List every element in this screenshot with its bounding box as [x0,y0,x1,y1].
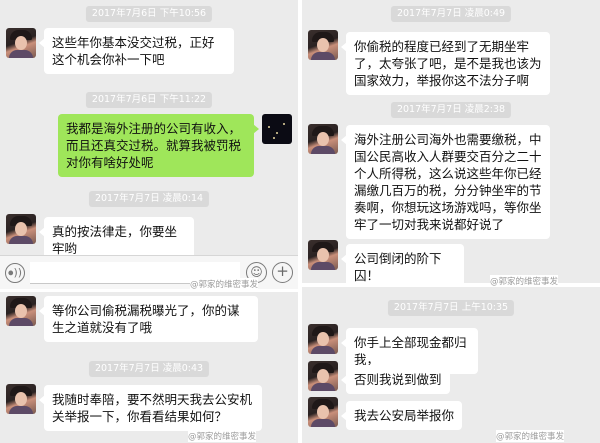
received-message-bubble[interactable]: 这些年你基本没交过税，正好这个机会你补一下吧 [39,28,234,74]
chat-panel-top-right: 2017年7月7日 凌晨0:49 你偷税的程度已经到了无期坐牢了，太夸张了吧，是… [302,0,600,283]
received-message-bubble[interactable]: 否则我说到做到 [341,365,450,394]
received-message-bubble[interactable]: 等你公司偷税漏税曝光了，你的谋生之道就没有了哦 [39,296,258,342]
contact-avatar[interactable] [308,240,338,270]
received-message-bubble[interactable]: 我去公安局举报你 [341,401,462,430]
message-timestamp: 2017年7月7日 上午10:35 [387,300,515,316]
contact-avatar[interactable] [6,384,36,414]
chat-panel-top-left: 2017年7月6日 下午10:56 这些年你基本没交过税，正好这个机会你补一下吧… [0,0,298,289]
message-timestamp: 2017年7月7日 凌晨2:38 [390,102,512,118]
plus-icon[interactable]: + [272,262,293,283]
received-message-bubble[interactable]: 海外注册公司海外也需要缴税，中国公民高收入人群要交百分之二十个人所得税，这么说这… [341,125,550,239]
chat-panel-bottom-right: 2017年7月7日 上午10:35 你手上全部现金都归我， 否则我说到做到 我去… [302,287,600,443]
message-timestamp: 2017年7月7日 凌晨0:49 [390,6,512,22]
message-timestamp: 2017年7月7日 凌晨0:14 [88,191,210,207]
received-message-bubble[interactable]: 我随时奉陪，要不然明天我去公安机关举报一下，你看看结果如何？ [39,385,262,431]
watermark: @郭家的维密事发 [490,275,559,287]
watermark: @郭家的维密事发 [188,430,257,442]
contact-avatar[interactable] [308,361,338,391]
watermark: @郭家的维密事发 [190,278,259,290]
contact-avatar[interactable] [6,296,36,326]
received-message-bubble[interactable]: 你偷税的程度已经到了无期坐牢了，太夸张了吧，是不是我也该为国家效力，举报你这不法… [341,32,550,95]
user-avatar[interactable] [262,114,292,144]
contact-avatar[interactable] [308,397,338,427]
chat-panel-bottom-left: 等你公司偷税漏税曝光了，你的谋生之道就没有了哦 2017年7月7日 凌晨0:43… [0,292,298,443]
contact-avatar[interactable] [308,324,338,354]
message-timestamp: 2017年7月6日 下午10:56 [85,6,213,22]
contact-avatar[interactable] [308,30,338,60]
received-message-bubble[interactable]: 公司倒闭的阶下囚！ [341,244,464,283]
message-timestamp: 2017年7月7日 凌晨0:43 [88,361,210,377]
voice-icon[interactable]: ⦁)) [5,263,25,283]
contact-avatar[interactable] [308,124,338,154]
sent-message-bubble[interactable]: 我都是海外注册的公司有收入，而且还真交过税。就算我被罚税对你有啥好处呢 [58,114,259,177]
watermark: @郭家的维密事发 [496,430,565,442]
message-timestamp: 2017年7月6日 下午11:22 [85,92,213,108]
contact-avatar[interactable] [6,214,36,244]
contact-avatar[interactable] [6,28,36,58]
